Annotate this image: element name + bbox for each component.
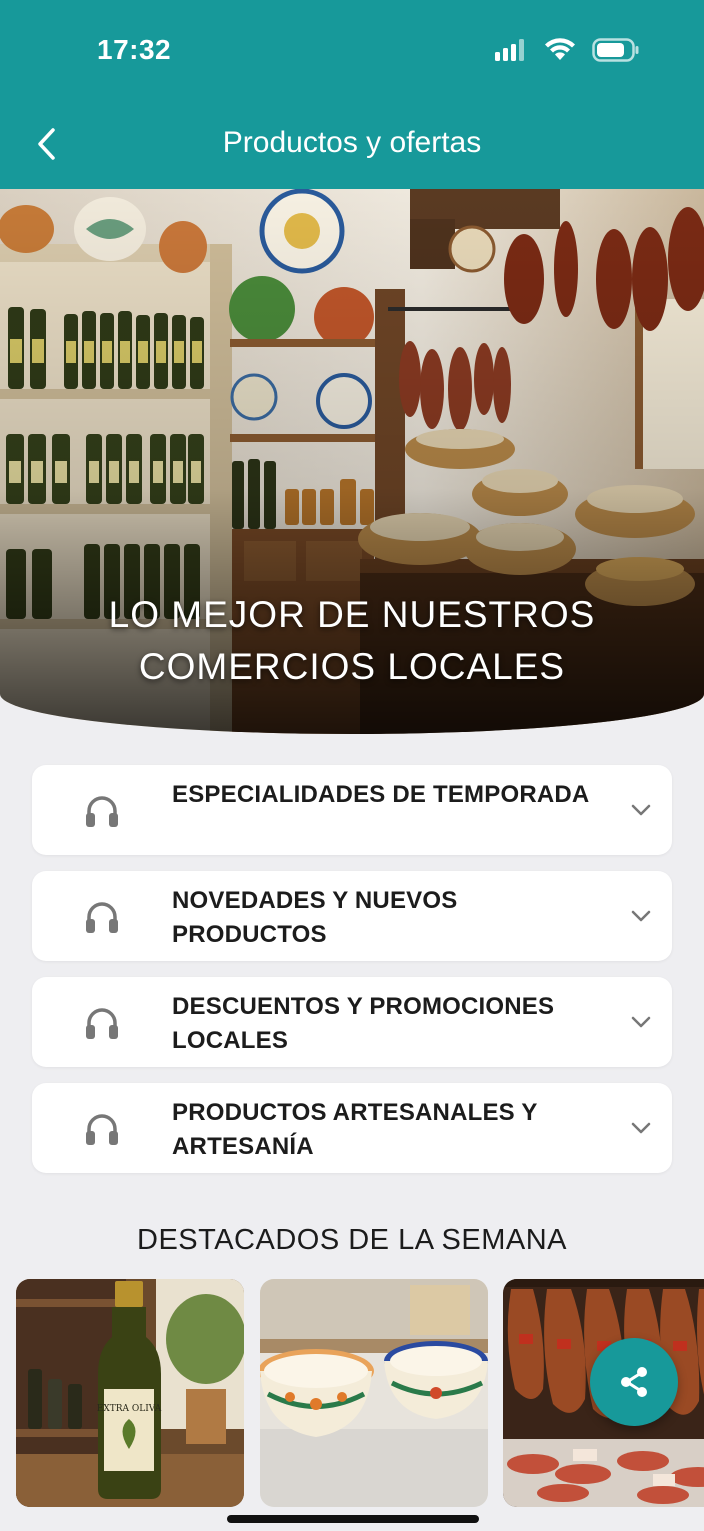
accordion-label: ESPECIALIDADES DE TEMPORADA xyxy=(172,781,590,808)
featured-section-title: DESTACADOS DE LA SEMANA xyxy=(137,1224,567,1256)
nav-bar: Productos y ofertas xyxy=(0,110,704,180)
accordion-item-novedades[interactable]: NOVEDADES Y NUEVOS PRODUCTOS xyxy=(32,871,672,961)
headphones-icon xyxy=(86,796,118,827)
chevron-down-icon xyxy=(631,1122,651,1134)
accordion-item-descuentos[interactable]: DESCUENTOS Y PROMOCIONES LOCALES xyxy=(32,977,672,1067)
hero-title: LO MEJOR DE NUESTROS COMERCIOS LOCALES xyxy=(0,589,704,693)
hero-title-line1: LO MEJOR DE NUESTROS xyxy=(108,594,596,635)
wifi-icon xyxy=(545,38,575,60)
accordion-item-especialidades[interactable]: ESPECIALIDADES DE TEMPORADA xyxy=(32,765,672,855)
headphones-icon xyxy=(86,1114,118,1145)
share-icon xyxy=(621,1367,647,1397)
headphones-icon xyxy=(86,902,118,933)
status-icons xyxy=(494,38,640,62)
chevron-down-icon xyxy=(631,804,651,816)
signal-icon xyxy=(495,39,524,61)
bottle-label: EXTRA OLIVA xyxy=(97,1404,162,1414)
ceramic-bowls-image xyxy=(260,1279,488,1507)
hero-title-line2: COMERCIOS LOCALES xyxy=(138,646,566,687)
featured-card-olive-oil[interactable]: EXTRA OLIVA xyxy=(16,1279,244,1507)
accordion-label: PRODUCTOS ARTESANALES Y ARTESANÍA xyxy=(172,1099,538,1160)
home-indicator xyxy=(227,1515,479,1523)
page-title: Productos y ofertas xyxy=(222,126,482,159)
headphones-icon xyxy=(86,1008,118,1039)
accordion-label: DESCUENTOS Y PROMOCIONES LOCALES xyxy=(172,993,555,1054)
svg-text:EXTRA OLIVA: EXTRA OLIVA xyxy=(97,1404,162,1414)
chevron-down-icon xyxy=(631,910,651,922)
app-header: 17:32 Productos y ofertas xyxy=(0,0,704,189)
hero-banner: LO MEJOR DE NUESTROS COMERCIOS LOCALES xyxy=(0,189,704,734)
olive-oil-bottle-image: EXTRA OLIVA xyxy=(16,1279,244,1507)
status-bar: 17:32 xyxy=(0,0,704,100)
featured-card-ceramic-bowls[interactable] xyxy=(260,1279,488,1507)
status-time: 17:32 xyxy=(97,34,172,65)
accordion-item-artesanales[interactable]: PRODUCTOS ARTESANALES Y ARTESANÍA xyxy=(32,1083,672,1173)
share-button[interactable] xyxy=(590,1338,678,1426)
accordion-label: NOVEDADES Y NUEVOS PRODUCTOS xyxy=(172,887,458,948)
category-accordion: ESPECIALIDADES DE TEMPORADA NOVEDADES Y … xyxy=(32,765,672,1189)
battery-icon xyxy=(592,38,639,62)
chevron-down-icon xyxy=(631,1016,651,1028)
